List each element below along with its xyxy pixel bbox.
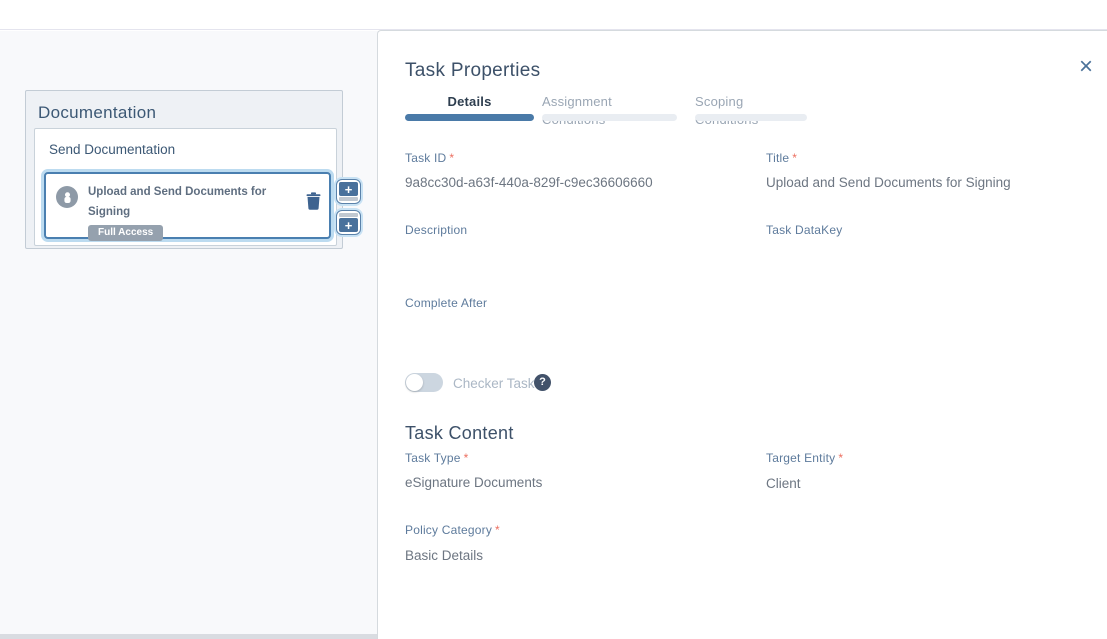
user-task-icon bbox=[56, 186, 78, 208]
add-above-bar bbox=[339, 197, 358, 201]
tab-label: Details bbox=[447, 94, 491, 109]
task-type-label: Task Type* bbox=[405, 451, 468, 465]
close-icon[interactable]: × bbox=[1079, 55, 1093, 79]
stage-title: Documentation bbox=[38, 103, 156, 123]
help-icon[interactable]: ? bbox=[534, 374, 551, 391]
task-datakey-label: Task DataKey bbox=[766, 223, 842, 237]
task-text-wrap: Upload and Send Documents for Signing Fu… bbox=[78, 182, 304, 241]
required-asterisk: * bbox=[492, 523, 500, 537]
add-task-below-button[interactable]: + bbox=[336, 210, 361, 235]
panel-title: Task Properties bbox=[405, 60, 540, 82]
plus-icon: + bbox=[339, 182, 358, 196]
policy-category-value[interactable]: Basic Details bbox=[405, 548, 483, 563]
task-title: Upload and Send Documents for Signing bbox=[88, 186, 266, 218]
step-card-send-documentation[interactable]: Send Documentation Upload and Send Docum… bbox=[34, 128, 337, 246]
task-content-title: Task Content bbox=[405, 423, 514, 444]
checker-task-label: Checker Task bbox=[453, 376, 535, 391]
stage-card-documentation[interactable]: Documentation Send Documentation Upload … bbox=[25, 90, 343, 249]
tab-assignment-conditions[interactable]: Assignment Conditions bbox=[542, 93, 677, 129]
tab-details[interactable]: Details bbox=[405, 93, 534, 111]
target-entity-label: Target Entity* bbox=[766, 451, 843, 465]
checker-task-toggle[interactable] bbox=[405, 373, 443, 392]
task-id-label: Task ID* bbox=[405, 151, 454, 165]
workflow-canvas[interactable]: Documentation Send Documentation Upload … bbox=[0, 31, 378, 639]
target-entity-value[interactable]: Client bbox=[766, 476, 801, 491]
required-asterisk: * bbox=[789, 151, 797, 165]
required-asterisk: * bbox=[446, 151, 454, 165]
add-below-bar bbox=[339, 213, 358, 217]
workflow-editor: Documentation Send Documentation Upload … bbox=[0, 0, 1107, 639]
required-asterisk: * bbox=[461, 451, 469, 465]
toggle-knob bbox=[406, 374, 423, 391]
top-bar bbox=[0, 0, 1107, 30]
task-properties-panel: Task Properties × Details Assignment Con… bbox=[377, 30, 1107, 639]
delete-task-icon[interactable] bbox=[306, 192, 321, 213]
step-title: Send Documentation bbox=[49, 142, 175, 157]
required-asterisk: * bbox=[835, 451, 843, 465]
tab-indicator bbox=[542, 114, 677, 121]
add-task-above-button[interactable]: + bbox=[336, 179, 361, 204]
tab-indicator bbox=[695, 114, 807, 121]
task-type-value[interactable]: eSignature Documents bbox=[405, 475, 542, 490]
canvas-horizontal-scrollbar[interactable] bbox=[0, 634, 378, 639]
task-access-badge: Full Access bbox=[88, 225, 163, 241]
tab-label: Assignment Conditions bbox=[542, 94, 612, 127]
policy-category-label: Policy Category* bbox=[405, 523, 500, 537]
task-id-value[interactable]: 9a8cc30d-a63f-440a-829f-c9ec36606660 bbox=[405, 175, 653, 190]
complete-after-label: Complete After bbox=[405, 296, 487, 310]
tab-scoping-conditions[interactable]: Scoping Conditions bbox=[695, 93, 807, 129]
tab-label: Scoping Conditions bbox=[695, 94, 758, 127]
tab-active-indicator bbox=[405, 114, 534, 121]
task-card-selected[interactable]: Upload and Send Documents for Signing Fu… bbox=[44, 172, 331, 239]
plus-icon: + bbox=[339, 218, 358, 232]
title-label: Title* bbox=[766, 151, 797, 165]
description-label: Description bbox=[405, 223, 467, 237]
title-value[interactable]: Upload and Send Documents for Signing bbox=[766, 175, 1011, 190]
